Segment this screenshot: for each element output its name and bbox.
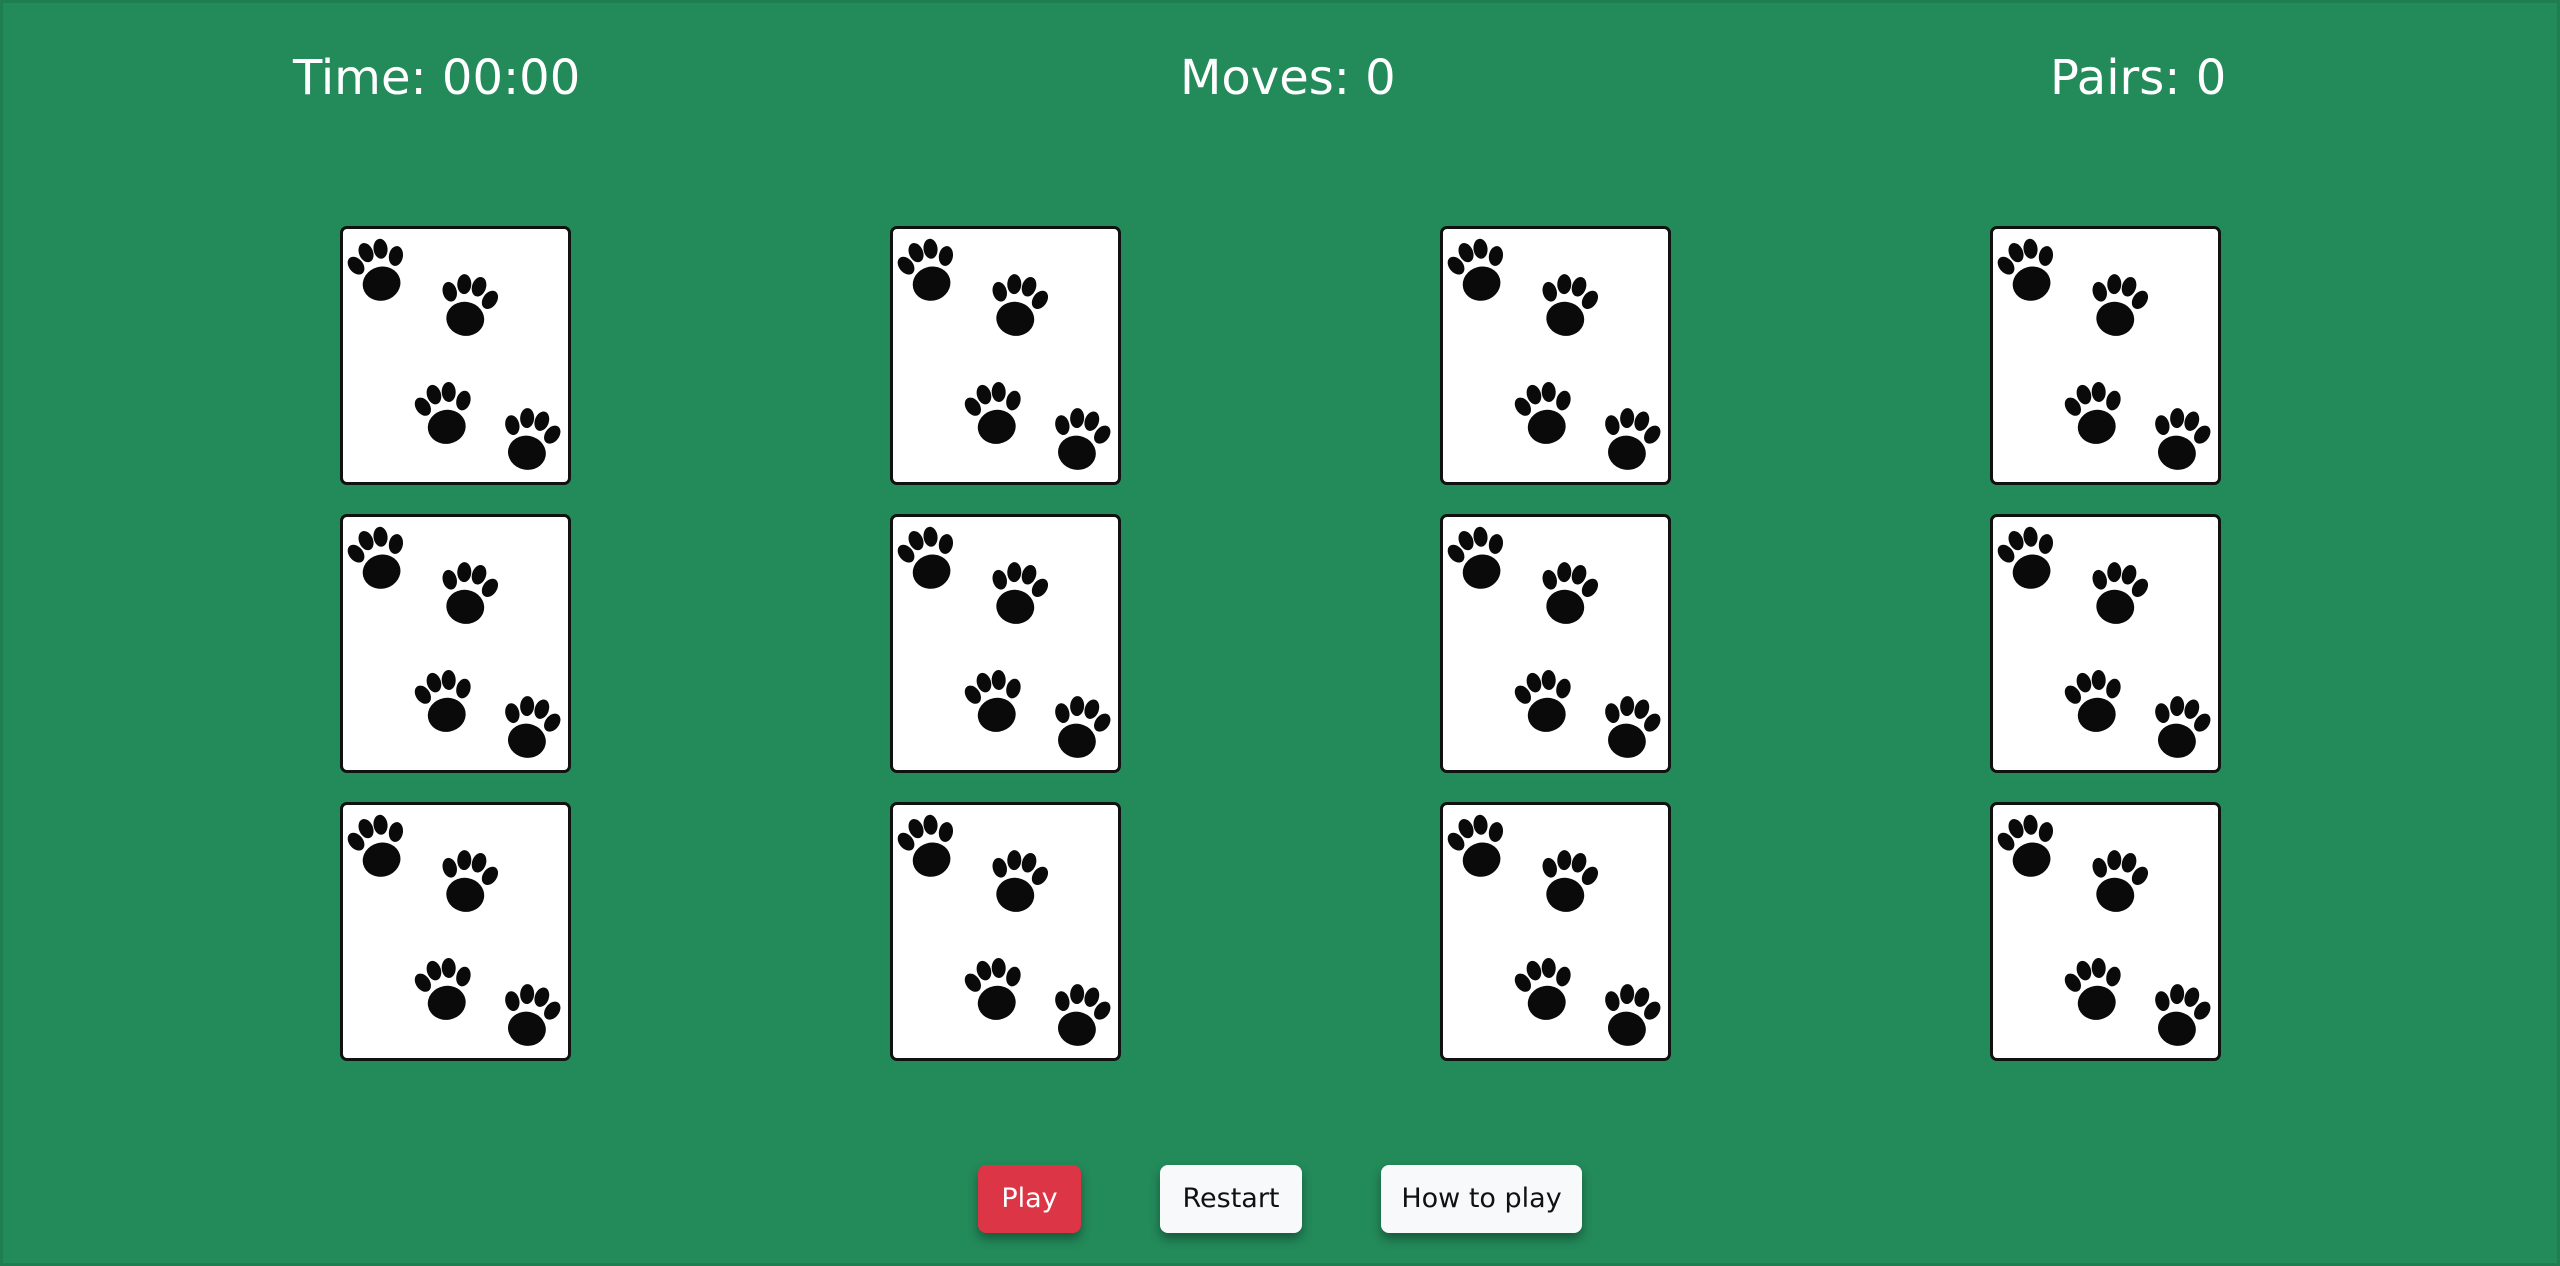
paw-prints-icon [1447, 238, 1661, 470]
memory-card[interactable] [1990, 514, 2221, 773]
memory-card[interactable] [340, 802, 571, 1061]
paw-prints-icon [1997, 814, 2211, 1046]
memory-card[interactable] [340, 226, 571, 485]
play-button[interactable]: Play [978, 1165, 1081, 1233]
moves-counter: Moves: 0 [1180, 50, 1396, 106]
game-board: Time: 00:00 Moves: 0 Pairs: 0 Play Resta… [0, 0, 2560, 1266]
paw-prints-icon [1997, 526, 2211, 758]
memory-card[interactable] [890, 514, 1121, 773]
memory-card[interactable] [1440, 226, 1671, 485]
memory-card[interactable] [1440, 802, 1671, 1061]
memory-card[interactable] [1440, 514, 1671, 773]
paw-prints-icon [347, 238, 561, 470]
paw-prints-icon [1447, 526, 1661, 758]
paw-prints-icon [347, 526, 561, 758]
restart-button[interactable]: Restart [1160, 1165, 1302, 1233]
memory-card[interactable] [1990, 226, 2221, 485]
paw-prints-icon [347, 814, 561, 1046]
memory-card[interactable] [890, 226, 1121, 485]
paw-prints-icon [1997, 238, 2211, 470]
paw-prints-icon [897, 238, 1111, 470]
timer-display: Time: 00:00 [293, 50, 581, 106]
paw-prints-icon [897, 526, 1111, 758]
how-to-play-button[interactable]: How to play [1381, 1165, 1582, 1233]
memory-card[interactable] [890, 802, 1121, 1061]
paw-prints-icon [897, 814, 1111, 1046]
paw-prints-icon [1447, 814, 1661, 1046]
pairs-counter: Pairs: 0 [2050, 50, 2227, 106]
memory-card[interactable] [340, 514, 571, 773]
memory-card[interactable] [1990, 802, 2221, 1061]
